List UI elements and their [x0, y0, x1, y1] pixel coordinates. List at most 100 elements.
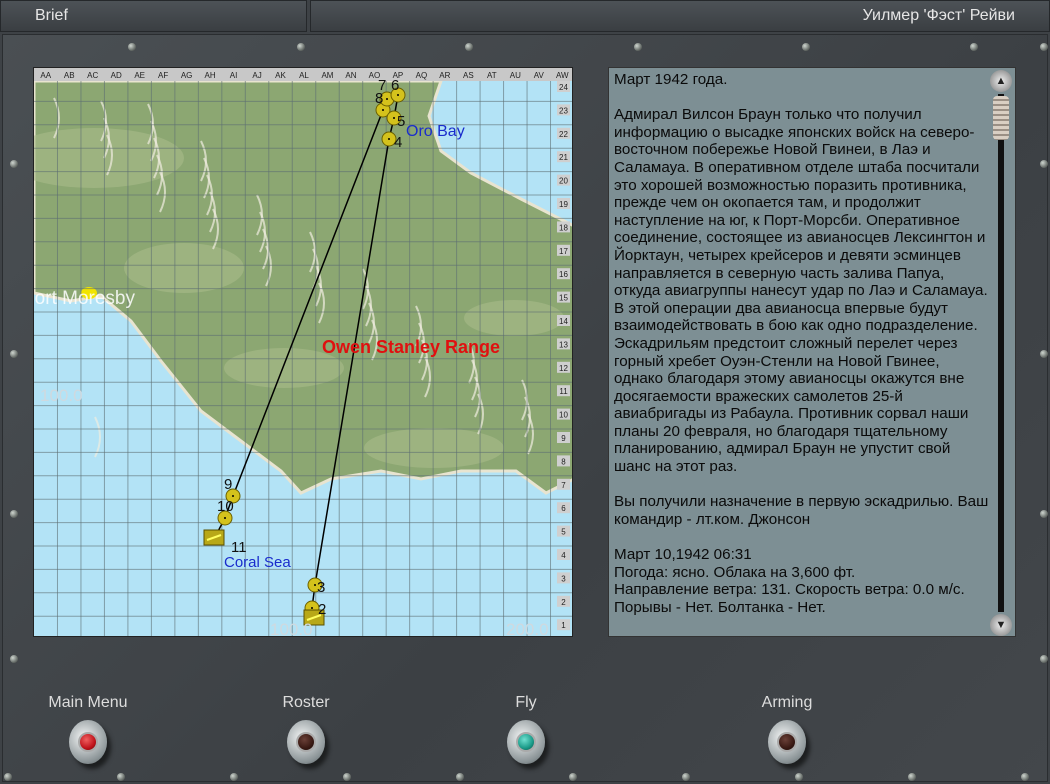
row-label: 19: [559, 200, 568, 209]
row-label: 21: [559, 153, 568, 162]
lamp-icon: [777, 732, 797, 752]
waypoint-center: [388, 138, 390, 140]
rivet-icon: [456, 773, 464, 781]
rivet-icon: [802, 43, 810, 51]
rivet-icon: [1040, 655, 1048, 663]
column-label: AW: [556, 71, 569, 80]
pilot-name: Уилмер 'Фэст' Рейви: [310, 0, 1050, 32]
rivet-icon: [569, 773, 577, 781]
fly-label: Fly: [515, 694, 537, 711]
rivet-icon: [908, 773, 916, 781]
main-menu-label: Main Menu: [48, 694, 128, 711]
briefing-scrollbar[interactable]: ▲ ▼: [989, 70, 1013, 636]
rivet-icon: [297, 43, 305, 51]
rivet-icon: [230, 773, 238, 781]
column-label: AB: [64, 71, 75, 80]
row-label: 2: [561, 598, 566, 607]
row-label: 9: [561, 434, 566, 443]
column-label: AC: [87, 71, 98, 80]
waypoint-label: 11: [231, 539, 247, 556]
row-label: 20: [559, 177, 568, 186]
row-label: 8: [561, 457, 566, 466]
rivet-icon: [1040, 350, 1048, 358]
row-label: 18: [559, 223, 568, 232]
rivet-icon: [1021, 773, 1029, 781]
briefing-panel: Март 1942 года. Адмирал Вилсон Браун тол…: [608, 67, 1016, 637]
row-label: 10: [559, 411, 568, 420]
column-label: AQ: [416, 71, 428, 80]
column-label: AD: [111, 71, 122, 80]
row-label: 5: [561, 528, 566, 537]
column-label: AE: [134, 71, 145, 80]
rivet-icon: [682, 773, 690, 781]
waypoint-center: [314, 584, 316, 586]
column-label: AK: [275, 71, 286, 80]
lamp-icon: [296, 732, 316, 752]
terrain-highland: [364, 428, 504, 468]
roster-button[interactable]: Roster: [236, 694, 376, 769]
waypoint-label: 9: [224, 476, 233, 493]
scale-label-bottom-2: 200.0: [506, 620, 549, 637]
coral-sea-label: Coral Sea: [224, 554, 291, 571]
knob-icon: [768, 720, 806, 764]
row-label: 17: [559, 247, 568, 256]
scroll-thumb[interactable]: [993, 96, 1009, 140]
column-label: AL: [299, 71, 309, 80]
lamp-icon: [516, 732, 536, 752]
roster-label: Roster: [282, 694, 330, 711]
row-label: 14: [559, 317, 568, 326]
scroll-down-icon[interactable]: ▼: [990, 614, 1012, 636]
waypoint-label: 3: [317, 579, 326, 596]
column-label: AN: [345, 71, 356, 80]
column-label: AM: [321, 71, 333, 80]
waypoint-label: 8: [375, 90, 384, 107]
waypoint-label: 5: [397, 113, 406, 130]
knob-icon: [287, 720, 325, 764]
scroll-up-icon[interactable]: ▲: [990, 70, 1012, 92]
mission-map[interactable]: AA AB AC AD AE AF AG AH AI AJ AK AL AM AN AO AP AQ AR AS AT…: [33, 67, 573, 637]
screen-title: Brief: [0, 0, 307, 32]
row-label: 4: [561, 551, 566, 560]
waypoint-center: [393, 117, 395, 119]
row-label: 11: [559, 387, 568, 396]
rivet-icon: [1040, 510, 1048, 518]
column-label: AT: [487, 71, 497, 80]
arming-button[interactable]: Arming: [717, 694, 857, 769]
column-label: AR: [439, 71, 450, 80]
terrain-highland: [464, 300, 564, 336]
rivet-icon: [10, 160, 18, 168]
lamp-icon: [78, 732, 98, 752]
rivet-icon: [117, 773, 125, 781]
scroll-track[interactable]: [998, 94, 1004, 612]
rivet-icon: [1040, 43, 1048, 51]
rivet-icon: [10, 655, 18, 663]
row-label: 16: [559, 270, 568, 279]
briefing-text: Март 1942 года. Адмирал Вилсон Браун тол…: [614, 71, 989, 616]
knob-icon: [69, 720, 107, 764]
scale-label-left: 100.0: [40, 386, 83, 405]
waypoint-label: 10: [217, 498, 234, 515]
rivet-icon: [10, 350, 18, 358]
main-menu-button[interactable]: Main Menu: [18, 694, 158, 769]
waypoint-center: [311, 607, 313, 609]
waypoint-center: [232, 495, 234, 497]
rivet-icon: [4, 773, 12, 781]
rivet-icon: [1040, 160, 1048, 168]
column-label: AS: [463, 71, 474, 80]
terrain-highland: [124, 243, 244, 293]
row-label: 22: [559, 130, 568, 139]
port-moresby-label: Port Moresby: [33, 288, 135, 309]
waypoint-label: 6: [391, 77, 400, 94]
oro-bay-label: Oro Bay: [406, 123, 465, 140]
scale-label-bottom-1: 100.0: [270, 620, 313, 637]
row-label: 15: [559, 294, 568, 303]
fly-button[interactable]: Fly: [456, 694, 596, 769]
column-label: AI: [230, 71, 238, 80]
rivet-icon: [10, 510, 18, 518]
row-label: 23: [559, 106, 568, 115]
knob-icon: [507, 720, 545, 764]
waypoint-center: [224, 517, 226, 519]
column-label: AV: [534, 71, 545, 80]
waypoint-label: 2: [318, 601, 327, 618]
row-label: 13: [559, 340, 568, 349]
